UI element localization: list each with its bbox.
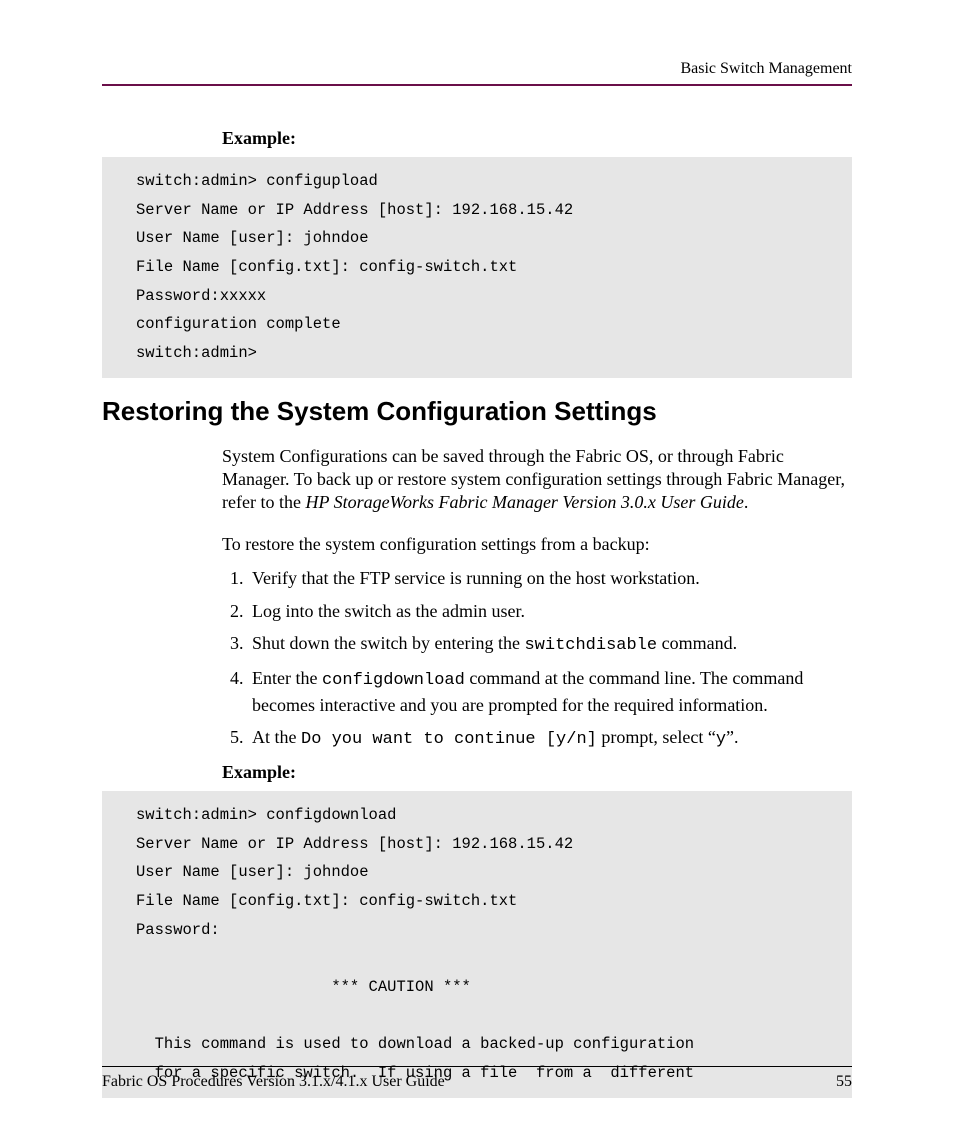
steps-list: Verify that the FTP service is running o…: [222, 566, 852, 752]
example1-label: Example:: [222, 128, 852, 149]
section-para-2: To restore the system configuration sett…: [222, 533, 852, 556]
page-content: Example: switch:admin> configupload Serv…: [102, 120, 852, 1114]
footer-left: Fabric OS Procedures Version 3.1.x/4.1.x…: [102, 1073, 445, 1091]
step-1-text: Verify that the FTP service is running o…: [252, 568, 700, 588]
example2-label: Example:: [222, 762, 852, 783]
step-3-b: command.: [657, 633, 737, 653]
step-3: Shut down the switch by entering the swi…: [248, 631, 852, 658]
page-header: Basic Switch Management: [102, 60, 852, 94]
section-heading: Restoring the System Configuration Setti…: [102, 396, 852, 427]
step-5-c: ”.: [726, 727, 739, 747]
section-para-1: System Configurations can be saved throu…: [222, 445, 852, 515]
step-4-cmd: configdownload: [322, 671, 465, 690]
footer-rule: [102, 1066, 852, 1067]
header-rule: [102, 84, 852, 86]
step-5: At the Do you want to continue [y/n] pro…: [248, 725, 852, 752]
step-3-cmd: switchdisable: [524, 636, 657, 655]
example2-code-block: switch:admin> configdownload Server Name…: [102, 791, 852, 1098]
footer-page-number: 55: [836, 1073, 852, 1091]
step-5-y: y: [716, 730, 726, 749]
para1-italic: HP StorageWorks Fabric Manager Version 3…: [305, 492, 743, 512]
header-chapter-title: Basic Switch Management: [102, 60, 852, 78]
step-5-a: At the: [252, 727, 301, 747]
step-3-a: Shut down the switch by entering the: [252, 633, 524, 653]
step-1: Verify that the FTP service is running o…: [248, 566, 852, 590]
step-4-a: Enter the: [252, 668, 322, 688]
step-2-text: Log into the switch as the admin user.: [252, 601, 525, 621]
step-5-b: prompt, select “: [597, 727, 716, 747]
step-2: Log into the switch as the admin user.: [248, 599, 852, 623]
step-4: Enter the configdownload command at the …: [248, 666, 852, 717]
example1-code-block: switch:admin> configupload Server Name o…: [102, 157, 852, 378]
page-footer: Fabric OS Procedures Version 3.1.x/4.1.x…: [102, 1058, 852, 1091]
para1-text-b: .: [744, 492, 749, 512]
step-5-cmd: Do you want to continue [y/n]: [301, 730, 597, 749]
